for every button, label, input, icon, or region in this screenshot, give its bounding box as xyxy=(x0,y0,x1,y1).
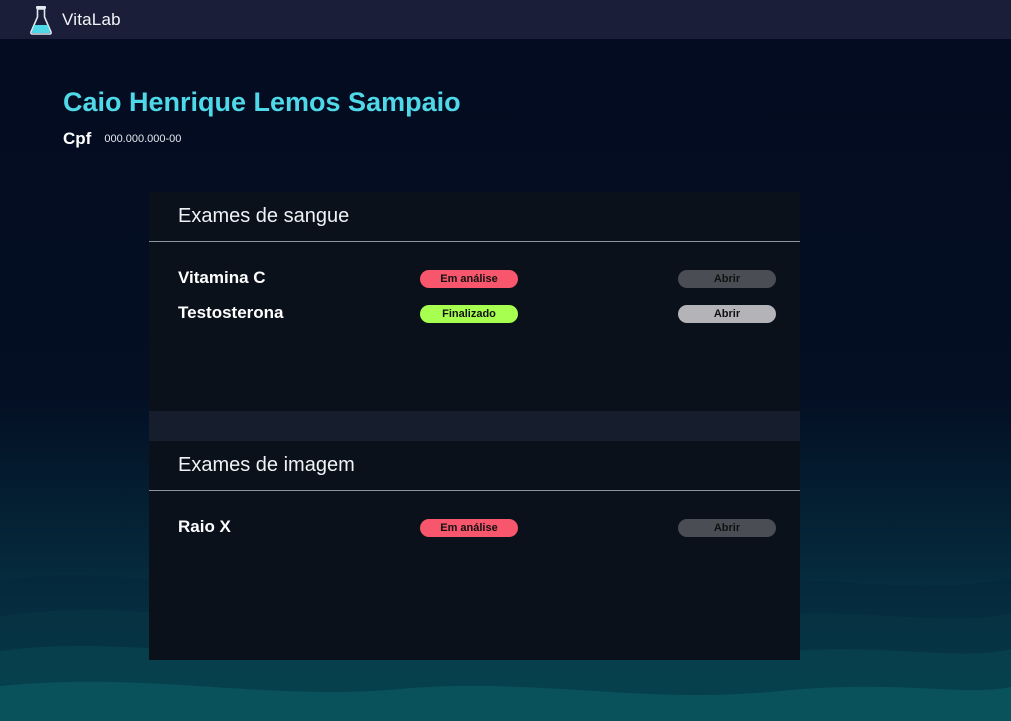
open-exam-button[interactable]: Abrir xyxy=(678,305,776,323)
cpf-row: Cpf 000.000.000-00 xyxy=(63,129,181,149)
cpf-label: Cpf xyxy=(63,129,92,148)
cpf-value: 000.000.000-00 xyxy=(104,133,182,145)
status-badge-done: Finalizado xyxy=(420,305,518,323)
exam-row-testosterona: Testosterona Finalizado Abrir xyxy=(149,303,800,338)
image-exams-list: Raio X Em análise Abrir xyxy=(149,491,800,552)
exam-name: Vitamina C xyxy=(178,268,266,287)
status-badge-analysis: Em análise xyxy=(420,270,518,288)
flask-icon xyxy=(30,5,52,35)
top-navbar: VitaLab xyxy=(0,0,1011,39)
brand-name[interactable]: VitaLab xyxy=(62,10,121,30)
patient-name: Caio Henrique Lemos Sampaio xyxy=(63,87,461,117)
exam-name: Raio X xyxy=(178,517,231,536)
status-badge-analysis: Em análise xyxy=(420,519,518,537)
image-exams-header: Exames de imagem xyxy=(149,441,800,491)
image-exams-title: Exames de imagem xyxy=(178,454,355,476)
exam-row-vitamina-c: Vitamina C Em análise Abrir xyxy=(149,268,800,303)
exam-row-raio-x: Raio X Em análise Abrir xyxy=(149,517,800,552)
panel-separator xyxy=(149,411,800,441)
blood-exams-title: Exames de sangue xyxy=(178,205,350,227)
blood-exams-panel: Exames de sangue Vitamina C Em análise A… xyxy=(149,192,800,411)
exam-name: Testosterona xyxy=(178,303,284,322)
image-exams-panel: Exames de imagem Raio X Em análise Abrir xyxy=(149,441,800,660)
open-exam-button[interactable]: Abrir xyxy=(678,519,776,537)
open-exam-button[interactable]: Abrir xyxy=(678,270,776,288)
blood-exams-header: Exames de sangue xyxy=(149,192,800,242)
blood-exams-list: Vitamina C Em análise Abrir Testosterona… xyxy=(149,242,800,338)
